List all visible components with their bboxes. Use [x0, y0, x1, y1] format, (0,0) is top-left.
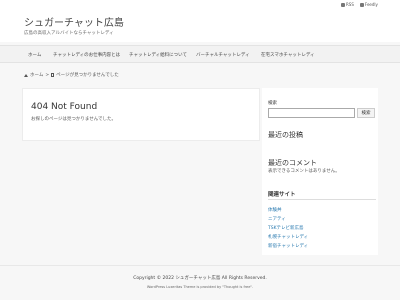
divider	[268, 199, 376, 200]
feed-links: RSS Feedly	[341, 2, 378, 7]
site-title[interactable]: シュガーチャット広島	[24, 14, 124, 29]
home-icon	[24, 73, 28, 77]
related-sites-title: 関連サイト	[268, 192, 296, 198]
related-link[interactable]: TSKテレビ新広島	[268, 225, 304, 231]
related-link[interactable]: 札幌チャットレディ	[268, 234, 308, 240]
page-title: 404 Not Found	[31, 102, 98, 112]
feedly-label: Feedly	[364, 2, 378, 7]
related-link[interactable]: 体験丼	[268, 207, 282, 213]
nav-item-job[interactable]: チャットレディのお仕事内容とは	[53, 52, 120, 58]
no-comments-text: 表示できるコメントはありません。	[268, 169, 340, 174]
recent-posts-title: 最近の投稿	[268, 131, 303, 139]
site-description: 広島の高収入アルバイトならチャットレディ	[24, 31, 114, 36]
rss-icon	[341, 3, 345, 7]
rss-label: RSS	[346, 2, 354, 7]
nav-item-salary[interactable]: チャットレディ給料について	[129, 52, 187, 58]
related-link[interactable]: ニアティ	[268, 216, 286, 222]
recent-comments-title: 最近のコメント	[268, 159, 317, 167]
main-content	[22, 88, 260, 141]
search-button[interactable]: 検索	[357, 108, 375, 118]
feedly-icon	[359, 3, 364, 7]
search-input[interactable]	[268, 108, 355, 118]
not-found-message: お探しのページは見つかりませんでした。	[31, 117, 117, 122]
related-link[interactable]: 新宿チャットレディ	[268, 243, 308, 249]
nav-item-home[interactable]: ホーム	[28, 52, 41, 58]
search-widget-title: 検索	[268, 101, 277, 106]
nav-item-virtual[interactable]: バーチャルチャットレディ	[196, 52, 250, 58]
copyright: Copyright © 2022 シュガーチャット広島 All Rights R…	[133, 276, 267, 281]
breadcrumb-home[interactable]: ホーム	[30, 72, 43, 78]
global-nav: ホーム チャットレディのお仕事内容とは チャットレディ給料について バーチャルチ…	[0, 45, 400, 63]
breadcrumb-current: ページが見つかりませんでした	[56, 73, 119, 78]
nav-item-smartphone[interactable]: 在宅スマホチャットレディ	[261, 52, 315, 58]
theme-credit: WordPress Luxeritas Theme is provided by…	[146, 285, 254, 289]
page-icon	[51, 73, 55, 77]
site-footer	[0, 265, 400, 300]
top-bar	[0, 0, 400, 10]
breadcrumb: ホーム > ページが見つかりませんでした	[24, 72, 119, 78]
breadcrumb-separator: >	[45, 72, 50, 78]
feedly-link[interactable]: Feedly	[359, 2, 378, 7]
rss-link[interactable]: RSS	[341, 2, 354, 7]
